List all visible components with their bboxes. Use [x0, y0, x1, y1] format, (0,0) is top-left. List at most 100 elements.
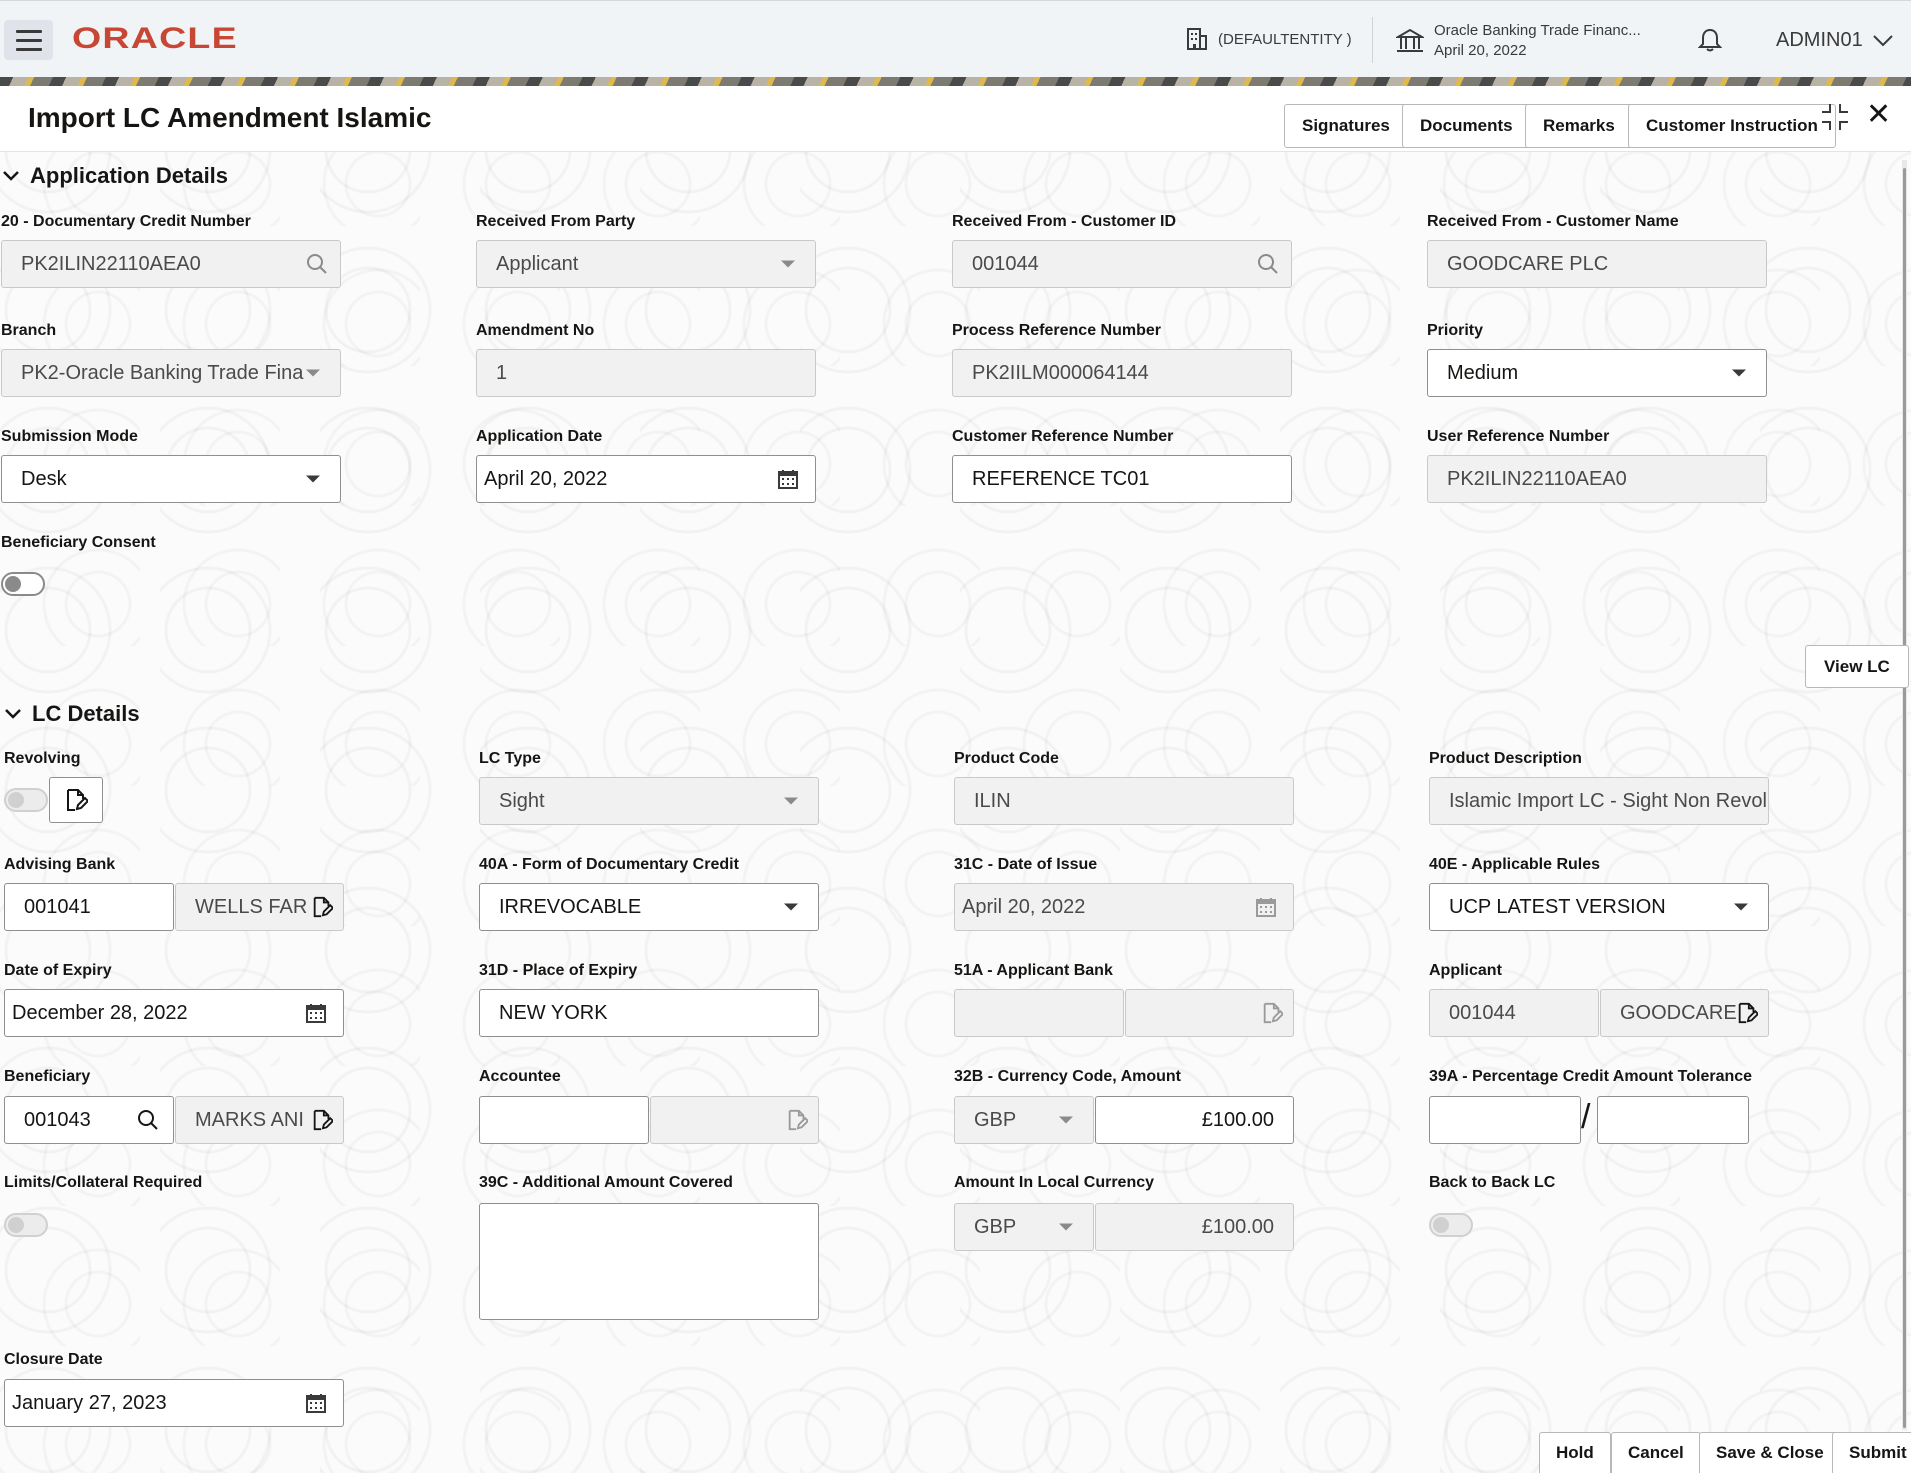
- close-icon[interactable]: ✕: [1866, 100, 1891, 130]
- process-reference-number-field: PK2IILM000064144: [952, 349, 1292, 397]
- search-icon[interactable]: [306, 253, 328, 275]
- received-from-customer-id-field[interactable]: 001044: [952, 240, 1292, 288]
- tolerance-minus-field[interactable]: [1597, 1096, 1749, 1144]
- top-navigation-bar: ORACLE (DEFAULTENTITY ) Oracle Banking T…: [0, 0, 1911, 77]
- revolving-toggle[interactable]: [4, 788, 48, 812]
- limits-collateral-label: Limits/Collateral Required: [4, 1174, 203, 1191]
- documents-button[interactable]: Documents: [1402, 104, 1531, 148]
- search-icon[interactable]: [137, 1109, 159, 1131]
- product-description-field: Islamic Import LC - Sight Non Revol: [1429, 777, 1769, 825]
- edit-document-icon[interactable]: [311, 1109, 333, 1131]
- collapse-icon[interactable]: [1820, 102, 1850, 132]
- customer-reference-number-field[interactable]: REFERENCE TC01: [952, 455, 1292, 503]
- currency-code-select[interactable]: GBP: [954, 1096, 1094, 1144]
- tolerance-plus-field[interactable]: [1429, 1096, 1581, 1144]
- section-lc-details[interactable]: LC Details: [4, 701, 140, 727]
- amendment-no-label: Amendment No: [476, 322, 595, 339]
- lc-type-label: LC Type: [479, 750, 541, 767]
- user-reference-number-label: User Reference Number: [1427, 428, 1610, 445]
- date-of-issue-field: April 20, 2022: [954, 883, 1294, 931]
- field-value: 001044: [972, 252, 1039, 275]
- caret-down-icon: [306, 475, 320, 483]
- hold-button[interactable]: Hold: [1539, 1432, 1611, 1473]
- oracle-logo: ORACLE: [72, 22, 238, 55]
- view-lc-button[interactable]: View LC: [1805, 645, 1909, 688]
- user-reference-number-field: PK2ILIN22110AEA0: [1427, 455, 1767, 503]
- advising-bank-label: Advising Bank: [4, 856, 116, 873]
- field-value: PK2IILM000064144: [972, 361, 1149, 384]
- revolving-edit-button[interactable]: [49, 777, 103, 823]
- scrollbar-thumb[interactable]: [1903, 168, 1906, 1428]
- process-reference-number-label: Process Reference Number: [952, 322, 1161, 339]
- branch-select[interactable]: PK2-Oracle Banking Trade Fina: [1, 349, 341, 397]
- documentary-credit-number-field[interactable]: PK2ILIN22110AEA0: [1, 240, 341, 288]
- accountee-id-field[interactable]: [479, 1096, 649, 1144]
- search-icon[interactable]: [1257, 253, 1279, 275]
- beneficiary-name-field: MARKS ANI: [175, 1096, 344, 1144]
- cancel-button[interactable]: Cancel: [1611, 1432, 1701, 1473]
- caret-down-icon: [1732, 369, 1746, 377]
- calendar-icon[interactable]: [305, 1002, 327, 1024]
- divider: [1372, 17, 1373, 63]
- calendar-icon[interactable]: [777, 468, 799, 490]
- closure-date-field[interactable]: January 27, 2023: [4, 1379, 344, 1427]
- field-value: WELLS FAR: [195, 895, 308, 918]
- submission-mode-select[interactable]: Desk: [1, 455, 341, 503]
- back-to-back-toggle[interactable]: [1429, 1213, 1473, 1237]
- bank-date: April 20, 2022: [1434, 42, 1527, 59]
- field-value: 001043: [24, 1108, 91, 1131]
- notifications-bell-icon[interactable]: [1697, 27, 1723, 58]
- edit-document-icon: [788, 1109, 808, 1131]
- calendar-icon[interactable]: [305, 1392, 327, 1414]
- page-title: Import LC Amendment Islamic: [28, 102, 432, 133]
- received-from-party-select[interactable]: Applicant: [476, 240, 816, 288]
- priority-select[interactable]: Medium: [1427, 349, 1767, 397]
- edit-document-icon[interactable]: [311, 896, 333, 918]
- application-date-field[interactable]: April 20, 2022: [476, 455, 816, 503]
- documentary-credit-number-label: 20 - Documentary Credit Number: [1, 213, 251, 230]
- field-value: Islamic Import LC - Sight Non Revol: [1449, 789, 1767, 812]
- applicable-rules-select[interactable]: UCP LATEST VERSION: [1429, 883, 1769, 931]
- field-value: Medium: [1447, 361, 1519, 384]
- remarks-button[interactable]: Remarks: [1525, 104, 1633, 148]
- user-menu[interactable]: ADMIN01: [1776, 29, 1893, 52]
- caret-down-icon: [1059, 1116, 1073, 1124]
- limits-collateral-toggle[interactable]: [4, 1213, 48, 1237]
- beneficiary-consent-toggle[interactable]: [1, 572, 45, 596]
- save-close-button[interactable]: Save & Close: [1699, 1432, 1841, 1473]
- field-value: PK2ILIN22110AEA0: [1447, 467, 1627, 490]
- chevron-down-icon: [3, 171, 19, 181]
- place-of-expiry-field[interactable]: NEW YORK: [479, 989, 819, 1037]
- edit-document-icon: [1263, 1002, 1283, 1024]
- field-value: IRREVOCABLE: [499, 895, 642, 918]
- hamburger-menu-button[interactable]: [4, 20, 53, 60]
- customer-instruction-button[interactable]: Customer Instruction: [1628, 104, 1836, 148]
- user-name: ADMIN01: [1776, 29, 1863, 51]
- field-value: UCP LATEST VERSION: [1449, 895, 1666, 918]
- lc-type-select[interactable]: Sight: [479, 777, 819, 825]
- received-from-customer-name-label: Received From - Customer Name: [1427, 213, 1679, 230]
- lc-amount-field[interactable]: £100.00: [1095, 1096, 1294, 1144]
- local-currency-select: GBP: [954, 1203, 1094, 1251]
- beneficiary-id-field[interactable]: 001043: [4, 1096, 174, 1144]
- edit-document-icon[interactable]: [1736, 1002, 1758, 1024]
- field-value: REFERENCE TC01: [972, 467, 1150, 490]
- advising-bank-id-field[interactable]: 001041: [4, 883, 174, 931]
- date-of-issue-label: 31C - Date of Issue: [954, 856, 1098, 873]
- date-of-expiry-field[interactable]: December 28, 2022: [4, 989, 344, 1037]
- bank-branch-selector[interactable]: Oracle Banking Trade Financ... April 20,…: [1396, 21, 1641, 61]
- section-application-details[interactable]: Application Details: [2, 163, 228, 189]
- received-from-customer-id-label: Received From - Customer ID: [952, 213, 1177, 230]
- form-of-credit-select[interactable]: IRREVOCABLE: [479, 883, 819, 931]
- currency-amount-label: 32B - Currency Code, Amount: [954, 1068, 1181, 1085]
- signatures-button[interactable]: Signatures: [1284, 104, 1408, 148]
- entity-selector[interactable]: (DEFAULTENTITY ): [1186, 27, 1352, 51]
- back-to-back-label: Back to Back LC: [1429, 1174, 1556, 1191]
- building-icon: [1187, 28, 1207, 50]
- field-value: Sight: [499, 789, 545, 812]
- applicant-bank-name-field: [1125, 989, 1294, 1037]
- additional-amount-textarea[interactable]: [479, 1203, 819, 1320]
- accountee-label: Accountee: [479, 1068, 561, 1085]
- submit-button[interactable]: Submit: [1832, 1432, 1911, 1473]
- received-from-party-label: Received From Party: [476, 213, 636, 230]
